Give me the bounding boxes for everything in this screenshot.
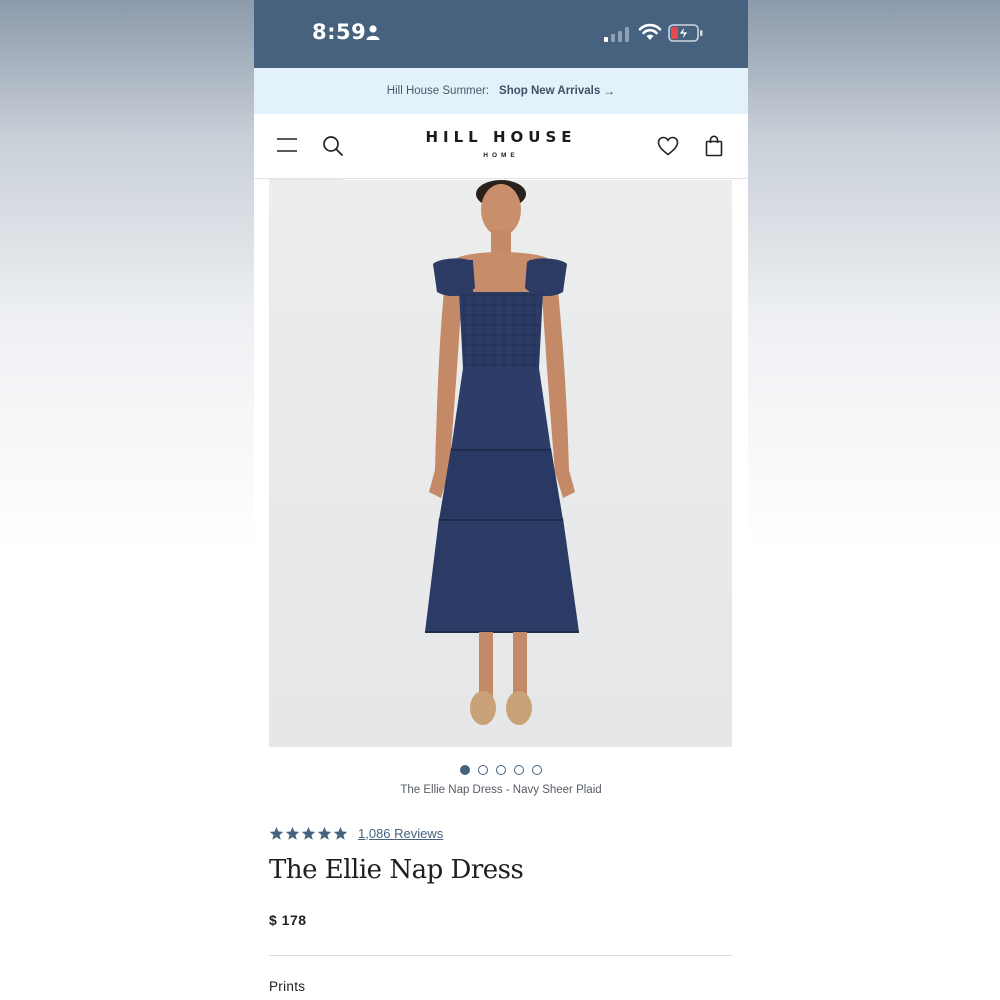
logo-wordmark: HILL HOUSE: [425, 128, 577, 146]
person-icon: [366, 25, 380, 45]
carousel-dots: [254, 765, 748, 777]
reviews-link[interactable]: 1,086 Reviews: [358, 826, 443, 841]
status-time: 8:59: [312, 20, 367, 44]
hamburger-menu-icon[interactable]: [276, 136, 298, 159]
star-icon: [317, 826, 332, 840]
shop-new-arrivals-link[interactable]: Shop New Arrivals: [499, 85, 600, 97]
promo-banner[interactable]: Hill House Summer: Shop New Arrivals →: [254, 68, 748, 114]
carousel-dot-1[interactable]: [460, 765, 470, 775]
arrow-right-icon: →: [603, 84, 616, 98]
carousel-dot-5[interactable]: [532, 765, 542, 775]
search-icon[interactable]: [322, 135, 344, 162]
carousel-dot-4[interactable]: [514, 765, 524, 775]
prints-section-label[interactable]: Prints: [269, 979, 305, 994]
wishlist-heart-icon[interactable]: [657, 136, 679, 161]
shopping-bag-icon[interactable]: [705, 135, 723, 162]
image-caption: The Ellie Nap Dress - Navy Sheer Plaid: [400, 784, 602, 796]
cellular-signal-icon: [604, 26, 630, 47]
phone-screen: 8:59 Hill House Summer: Shop New Arrival…: [254, 0, 748, 1000]
star-rating: [269, 826, 348, 841]
star-icon: [285, 826, 300, 840]
product-photo[interactable]: [269, 180, 732, 747]
logo-subline: HOME: [483, 152, 519, 159]
wifi-icon: [638, 23, 662, 46]
promo-lead-text: Hill House Summer:: [386, 85, 490, 97]
status-bar: 8:59: [254, 0, 748, 68]
star-icon: [333, 826, 348, 840]
hill-house-logo[interactable]: HILL HOUSE HOME: [401, 128, 601, 159]
section-divider: [269, 955, 732, 956]
carousel-dot-2[interactable]: [478, 765, 488, 775]
carousel-dot-3[interactable]: [496, 765, 506, 775]
star-icon: [301, 826, 316, 840]
battery-charging-icon: [668, 24, 704, 47]
rating-row: 1,086 Reviews: [269, 824, 443, 842]
star-icon: [269, 826, 284, 840]
product-price: $ 178: [269, 912, 307, 928]
product-title: The Ellie Nap Dress: [269, 855, 524, 885]
site-header: HILL HOUSE HOME: [254, 114, 748, 179]
